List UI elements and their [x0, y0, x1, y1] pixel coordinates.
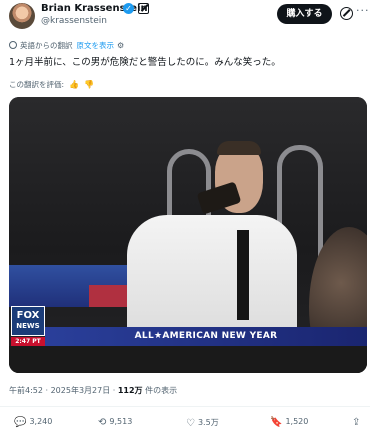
tweet-text: 1ヶ月半前に、この男が危険だと警告したのに。みんな笑った。: [9, 57, 281, 68]
repost-button[interactable]: ⟲ 9,513: [98, 417, 132, 428]
subscribe-button[interactable]: 購入する: [277, 4, 332, 24]
timestamp[interactable]: 午前4:52 · 2025年3月27日 ·: [9, 386, 118, 395]
verified-icon: ✓: [123, 3, 134, 14]
avatar[interactable]: [9, 3, 35, 29]
repost-count: 9,513: [109, 417, 133, 426]
news-ticker: FOX NEWS 2:47 PT ALL★AMERICAN NEW YEAR: [9, 306, 367, 346]
share-button[interactable]: ⇪: [352, 417, 363, 428]
action-bar: 💬 3,240 ⟲ 9,513 ♡ 3.5万 🔖 1,520 ⇪: [0, 406, 370, 431]
network-time: 2:47 PT: [11, 337, 45, 346]
reply-button[interactable]: 💬 3,240: [14, 417, 52, 428]
author-handle[interactable]: @krassenstein: [41, 16, 107, 26]
like-count: 3.5万: [197, 418, 219, 427]
grok-icon[interactable]: [340, 7, 353, 20]
news-banner-text: ALL★AMERICAN NEW YEAR: [134, 331, 278, 341]
person-figure: [123, 141, 297, 355]
tweet-meta: 午前4:52 · 2025年3月27日 · 112万 件の表示: [9, 385, 177, 396]
thumb-down-icon[interactable]: 👎: [84, 80, 94, 89]
translation-notice: 英語からの翻訳 原文を表示 ⚙: [9, 40, 124, 51]
translation-rating: この翻訳を評価: 👍 👎: [9, 79, 94, 90]
translation-label: 英語からの翻訳: [20, 41, 73, 50]
hair: [217, 141, 261, 155]
video-player[interactable]: FOX NEWS 2:47 PT ALL★AMERICAN NEW YEAR: [9, 97, 367, 373]
video-bottom: [9, 346, 367, 373]
globe-icon: [9, 41, 17, 49]
rate-label: この翻訳を評価:: [9, 80, 65, 89]
reply-icon: 💬: [14, 417, 27, 428]
share-icon: ⇪: [352, 417, 361, 428]
views-suffix: 件の表示: [142, 386, 178, 395]
network-logo-bottom: NEWS: [16, 322, 40, 330]
tweet-header: Brian Krassenstein ✓ @krassenstein 購入する …: [0, 0, 370, 34]
thumb-up-icon[interactable]: 👍: [69, 80, 79, 89]
grok-icon[interactable]: [138, 3, 149, 14]
show-original-link[interactable]: 原文を表示: [77, 41, 115, 50]
bookmark-icon: 🔖: [270, 417, 283, 428]
reply-count: 3,240: [29, 417, 53, 426]
bookmark-count: 1,520: [285, 417, 309, 426]
gear-icon[interactable]: ⚙: [117, 41, 124, 50]
like-icon: ♡: [186, 418, 195, 429]
bookmark-button[interactable]: 🔖 1,520: [270, 417, 308, 428]
repost-icon: ⟲: [98, 417, 107, 428]
views-count: 112万: [117, 386, 143, 395]
more-icon[interactable]: ···: [356, 4, 370, 17]
network-logo-top: FOX: [16, 310, 40, 321]
like-button[interactable]: ♡ 3.5万: [186, 417, 219, 429]
network-logo: FOX NEWS: [11, 306, 45, 336]
